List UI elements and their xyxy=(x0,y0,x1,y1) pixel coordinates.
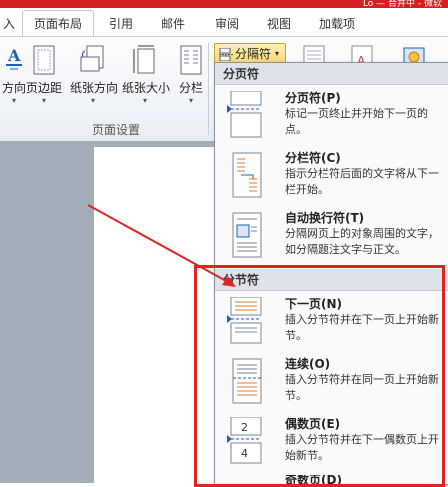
menu-item-page-break[interactable]: 分页符(P) 标记一页终止并开始下一页的点。 xyxy=(215,89,448,149)
tab-addins[interactable]: 加载项 xyxy=(310,12,364,36)
orientation-label: 纸张方向 xyxy=(70,81,119,95)
margins-icon xyxy=(30,45,58,75)
tab-insert[interactable]: 入 xyxy=(0,12,18,36)
paper-size-button[interactable]: 纸张大小 ▾ xyxy=(122,45,171,106)
menu-item-description: 插入分节符并在下一页上开始新节。 xyxy=(285,313,439,342)
tab-review[interactable]: 审阅 xyxy=(206,12,248,36)
tab-references[interactable]: 引用 xyxy=(100,12,142,36)
menu-item-title: 分页符(P) xyxy=(285,91,341,105)
chevron-down-icon: ▾ xyxy=(188,96,193,105)
menu-item-title: 连续(O) xyxy=(285,357,331,371)
menu-item-description: 标记一页终止并开始下一页的点。 xyxy=(285,107,428,136)
menu-item-description: 插入分节符并在同一页上开始新节。 xyxy=(285,373,439,402)
menu-item-even-page[interactable]: 24 偶数页(E) 插入分节符并在下一偶数页上开始新节。 xyxy=(215,415,448,475)
breaks-dropdown-menu: 分页符 分页符(P) 标记一页终止并开始下一页的点。 分栏符(C) 指示分栏符后… xyxy=(214,62,448,485)
next-page-section-break-icon xyxy=(227,296,265,345)
paper-size-icon xyxy=(131,45,159,75)
menu-item-text-wrapping-break[interactable]: 自动换行符(T) 分隔网页上的对象周围的文字，如分隔题注文字与正文。 xyxy=(215,209,448,269)
columns-label: 分栏 xyxy=(178,81,203,95)
menu-item-title: 下一页(N) xyxy=(285,297,343,311)
menu-item-description: 分隔网页上的对象周围的文字，如分隔题注文字与正文。 xyxy=(285,227,439,256)
chevron-down-icon: ▾ xyxy=(142,96,147,105)
margins-label: 页边距 xyxy=(25,81,62,95)
page-setup-group-label: 页面设置 xyxy=(92,123,141,137)
menu-item-column-break[interactable]: 分栏符(C) 指示分栏符后面的文字将从下一栏开始。 xyxy=(215,149,448,209)
tab-page-layout[interactable]: 页面布局 xyxy=(22,10,94,37)
svg-text:A: A xyxy=(7,46,21,65)
margins-button[interactable]: 页边距 ▾ xyxy=(22,45,66,106)
svg-text:2: 2 xyxy=(241,421,248,434)
svg-text:4: 4 xyxy=(241,447,248,460)
chevron-down-icon: ▾ xyxy=(90,96,95,105)
ribbon-tabs: 入 页面布局 引用 邮件 审阅 视图 加载项 xyxy=(0,8,448,37)
menu-item-description: 指示分栏符后面的文字将从下一栏开始。 xyxy=(285,167,439,196)
menu-item-title: 偶数页(E) xyxy=(285,417,341,431)
breaks-label: 分隔符 xyxy=(235,47,272,61)
tab-view[interactable]: 视图 xyxy=(258,12,300,36)
even-page-section-break-icon: 24 xyxy=(227,416,265,465)
orientation-button[interactable]: 纸张方向 ▾ xyxy=(70,45,119,106)
group-separator xyxy=(208,43,209,135)
page-break-icon xyxy=(227,90,265,139)
chevron-down-icon: ▾ xyxy=(41,96,46,105)
section-header-section-breaks: 分节符 xyxy=(215,269,448,291)
menu-item-next-page[interactable]: 下一页(N) 插入分节符并在下一页上开始新节。 xyxy=(215,295,448,355)
section-header-page-breaks: 分页符 xyxy=(215,63,448,85)
orientation-icon xyxy=(79,45,107,75)
column-break-icon xyxy=(227,151,265,199)
menu-item-title: 分栏符(C) xyxy=(285,151,341,165)
columns-icon xyxy=(177,45,205,75)
menu-item-description: 插入分节符并在下一偶数页上开始新节。 xyxy=(285,433,439,462)
continuous-section-break-icon xyxy=(227,357,265,405)
paper-size-label: 纸张大小 xyxy=(122,81,171,95)
title-bar: Lo — 合并中 - 微软 xyxy=(0,0,448,9)
tab-mailings[interactable]: 邮件 xyxy=(152,12,194,36)
menu-item-title: 自动换行符(T) xyxy=(285,211,365,225)
text-wrapping-break-icon xyxy=(227,211,265,259)
chevron-down-icon: ▾ xyxy=(275,49,280,58)
menu-item-continuous[interactable]: 连续(O) 插入分节符并在同一页上开始新节。 xyxy=(215,355,448,415)
columns-button[interactable]: 分栏 ▾ xyxy=(172,45,210,106)
